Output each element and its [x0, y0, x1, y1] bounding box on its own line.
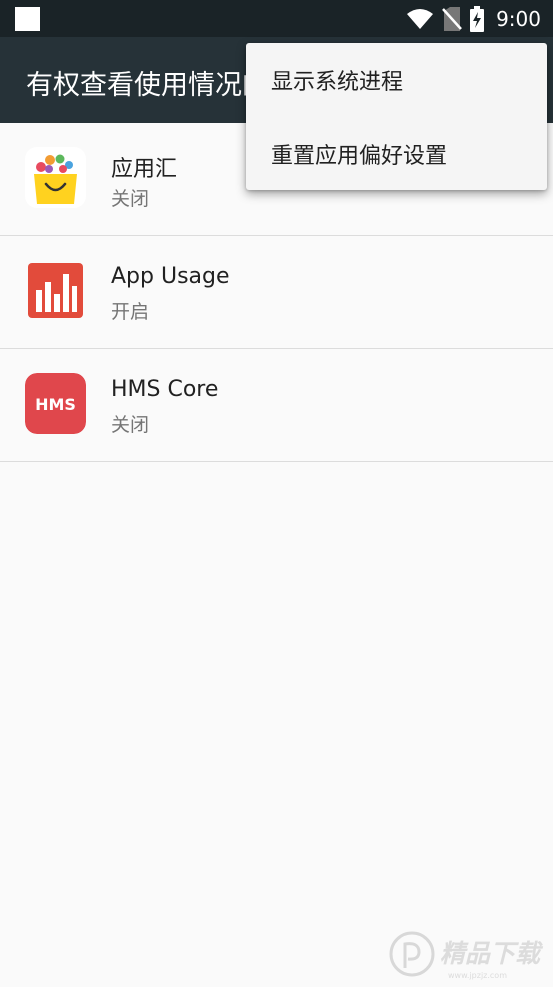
app-name: HMS Core — [111, 377, 219, 402]
status-icons: 9:00 — [406, 0, 541, 37]
overflow-menu: 显示系统进程 重置应用偏好设置 — [246, 43, 547, 190]
hms-core-icon: HMS — [25, 373, 86, 434]
no-sim-icon — [442, 6, 463, 31]
app-usage-icon — [25, 260, 86, 321]
app-status: 关闭 — [111, 188, 150, 210]
status-time: 9:00 — [496, 6, 541, 31]
app-status: 关闭 — [111, 414, 150, 436]
menu-item-reset-prefs[interactable]: 重置应用偏好设置 — [246, 117, 547, 190]
svg-text:www.jpzjz.com: www.jpzjz.com — [448, 971, 507, 980]
wifi-icon — [407, 8, 434, 29]
notification-icon — [15, 7, 40, 31]
list-item-app-usage[interactable]: App Usage 开启 — [0, 236, 553, 349]
app-name: 应用汇 — [111, 157, 178, 182]
appchina-icon — [25, 147, 86, 208]
watermark-logo: 精品下载 www.jpzjz.com — [388, 924, 553, 983]
app-name: App Usage — [111, 264, 230, 289]
battery-charging-icon — [470, 5, 485, 32]
svg-text:HMS: HMS — [35, 395, 76, 414]
menu-item-show-system[interactable]: 显示系统进程 — [246, 43, 547, 116]
status-bar: 9:00 — [0, 0, 553, 37]
svg-text:精品下载: 精品下载 — [440, 939, 544, 968]
list-item-hms-core[interactable]: HMS HMS Core 关闭 — [0, 349, 553, 462]
app-status: 开启 — [111, 301, 150, 323]
